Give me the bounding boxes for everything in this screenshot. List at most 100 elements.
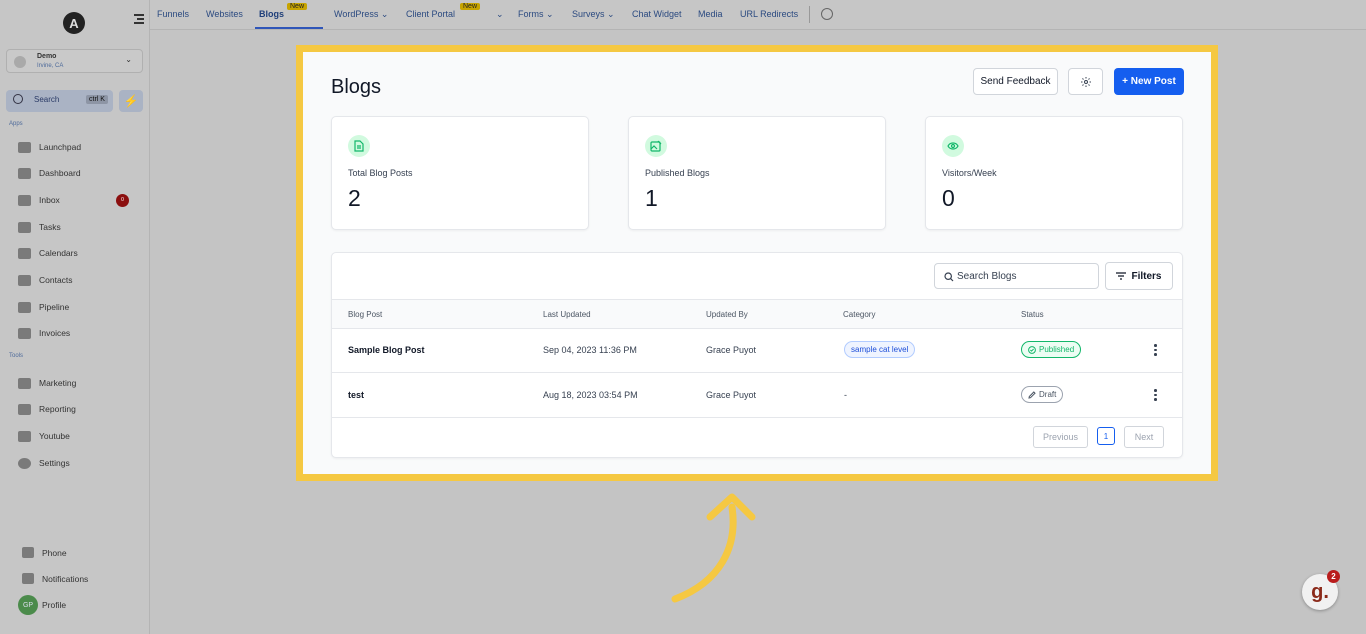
sidebar-item-label: Calendars: [39, 248, 78, 258]
stat-value: 1: [645, 185, 658, 211]
sidebar-item-label: Profile: [42, 600, 67, 610]
sidebar-item-invoices[interactable]: Invoices: [18, 325, 138, 341]
table-row[interactable]: Sample Blog Post Sep 04, 2023 11:36 PM G…: [332, 328, 1182, 373]
tab-client-portal[interactable]: Client Portal: [406, 9, 455, 19]
stat-label: Total Blog Posts: [348, 168, 413, 178]
more-chevron-down-icon[interactable]: ⌄: [496, 9, 504, 20]
inbox-count-badge: 0: [116, 194, 129, 207]
avatar: GP: [18, 595, 38, 615]
calendar-icon: [18, 247, 31, 259]
next-page-button[interactable]: Next: [1124, 426, 1164, 448]
chevron-down-icon: ⌄: [607, 9, 615, 19]
gear-icon[interactable]: [821, 8, 833, 20]
filters-label: Filters: [1131, 270, 1162, 282]
sidebar-item-contacts[interactable]: Contacts: [18, 272, 138, 288]
sidebar-item-label: Contacts: [39, 275, 73, 285]
sidebar-item-label: Launchpad: [39, 142, 82, 152]
sidebar-item-launchpad[interactable]: Launchpad: [18, 139, 138, 155]
stat-value: 0: [942, 185, 955, 211]
tab-wordpress[interactable]: WordPress ⌄: [334, 9, 388, 20]
last-updated: Sep 04, 2023 11:36 PM: [543, 345, 637, 355]
account-name: Demo: [37, 53, 57, 60]
sidebar-item-label: Invoices: [39, 328, 71, 338]
column-header[interactable]: Blog Post: [348, 310, 382, 319]
tab-blogs[interactable]: Blogs: [259, 9, 284, 19]
new-badge: New: [287, 3, 308, 10]
check-circle-icon: [1028, 345, 1036, 354]
settings-icon: [18, 457, 31, 469]
sidebar-item-phone[interactable]: Phone: [22, 547, 67, 558]
sidebar-item-label: Inbox: [39, 195, 60, 205]
stat-value: 2: [348, 185, 361, 211]
app-logo[interactable]: A: [63, 12, 85, 34]
column-header[interactable]: Last Updated: [543, 310, 591, 319]
last-updated: Aug 18, 2023 03:54 PM: [543, 390, 638, 400]
phone-icon: [22, 547, 34, 558]
section-label-apps: Apps: [9, 121, 23, 127]
tab-url-redirects[interactable]: URL Redirects: [740, 9, 798, 19]
widget-badge: 2: [1327, 570, 1340, 583]
eye-icon: [942, 135, 964, 157]
sidebar-item-youtube[interactable]: Youtube: [18, 428, 138, 444]
tab-label: Forms: [518, 9, 544, 19]
more-options-icon[interactable]: [1154, 344, 1158, 358]
blog-title[interactable]: Sample Blog Post: [348, 345, 425, 355]
tab-chat-widget[interactable]: Chat Widget: [632, 9, 682, 19]
column-header[interactable]: Status: [1021, 310, 1044, 319]
tab-label: Surveys: [572, 9, 605, 19]
contacts-icon: [18, 274, 31, 286]
sidebar-item-settings[interactable]: Settings: [18, 455, 138, 471]
search-placeholder: Search Blogs: [957, 271, 1017, 282]
new-post-button[interactable]: + New Post: [1114, 68, 1184, 95]
sidebar-item-calendars[interactable]: Calendars: [18, 245, 138, 261]
tab-media[interactable]: Media: [698, 9, 723, 19]
status-label: Published: [1039, 345, 1075, 354]
stat-card-published-blogs: Published Blogs 1: [628, 116, 886, 230]
send-feedback-button[interactable]: Send Feedback: [973, 68, 1058, 95]
stat-card-visitors: Visitors/Week 0: [925, 116, 1183, 230]
gear-icon: [1080, 76, 1091, 87]
search-blogs-input[interactable]: Search Blogs: [934, 263, 1099, 289]
sidebar-item-inbox[interactable]: Inbox 0: [18, 192, 138, 208]
previous-page-button[interactable]: Previous: [1033, 426, 1088, 448]
pointer-arrow-icon: [671, 493, 756, 603]
image-edit-icon: [645, 135, 667, 157]
stat-label: Visitors/Week: [942, 168, 997, 178]
collapse-menu-icon[interactable]: [134, 14, 144, 26]
account-avatar: [14, 56, 26, 68]
tab-funnels[interactable]: Funnels: [157, 9, 189, 19]
sidebar-item-reporting[interactable]: Reporting: [18, 401, 138, 417]
quick-action-bolt-icon[interactable]: ⚡: [119, 90, 143, 112]
column-header[interactable]: Category: [843, 310, 875, 319]
account-switcher[interactable]: Demo Irvine, CA ⌄: [6, 49, 143, 73]
dashboard-icon: [18, 167, 31, 179]
tab-websites[interactable]: Websites: [206, 9, 243, 19]
table-row[interactable]: test Aug 18, 2023 03:54 PM Grace Puyot -…: [332, 373, 1182, 418]
sidebar-item-marketing[interactable]: Marketing: [18, 375, 138, 391]
sidebar-item-label: Marketing: [39, 378, 77, 388]
pencil-icon: [1028, 390, 1036, 399]
sidebar-item-tasks[interactable]: Tasks: [18, 219, 138, 235]
page-number-button[interactable]: 1: [1097, 427, 1115, 445]
settings-button[interactable]: [1068, 68, 1103, 95]
blog-title[interactable]: test: [348, 390, 364, 400]
filters-button[interactable]: Filters: [1105, 262, 1173, 290]
filter-icon: [1116, 272, 1127, 280]
sidebar-item-notifications[interactable]: Notifications: [22, 573, 88, 584]
sidebar-item-profile[interactable]: GP Profile: [18, 595, 67, 615]
more-options-icon[interactable]: [1154, 389, 1158, 403]
account-location: Irvine, CA: [37, 63, 64, 69]
search-icon: [13, 94, 23, 104]
tab-surveys[interactable]: Surveys ⌄: [572, 9, 615, 20]
blogs-panel: Blogs Send Feedback + New Post Total Blo…: [303, 52, 1211, 474]
chevron-down-icon: ⌄: [546, 9, 554, 19]
sidebar-item-dashboard[interactable]: Dashboard: [18, 165, 138, 181]
column-header[interactable]: Updated By: [706, 310, 748, 319]
sidebar: A Demo Irvine, CA ⌄ Search ctrl K ⚡ Apps…: [0, 0, 150, 634]
table-header: Blog Post Last Updated Updated By Catego…: [332, 299, 1182, 329]
sidebar-item-label: Notifications: [42, 573, 89, 584]
pipeline-icon: [18, 301, 31, 313]
sidebar-item-pipeline[interactable]: Pipeline: [18, 299, 138, 315]
tab-forms[interactable]: Forms ⌄: [518, 9, 554, 20]
sidebar-search[interactable]: Search ctrl K: [6, 90, 113, 112]
